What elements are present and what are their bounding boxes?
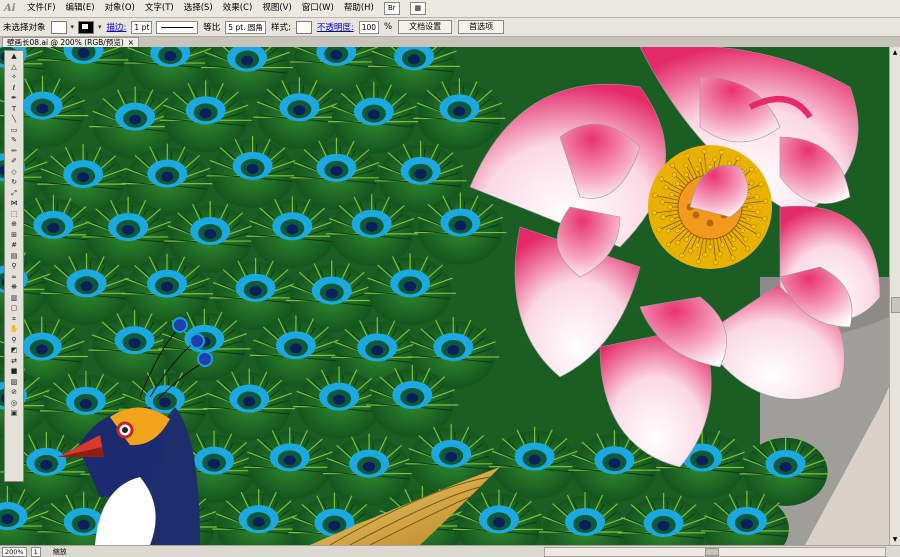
gradient-tool-icon[interactable]: ▤ <box>5 251 23 262</box>
swap-colors-icon[interactable]: ⇄ <box>5 356 23 367</box>
menu-bar: Ai 文件(F) 编辑(E) 对象(O) 文字(T) 选择(S) 效果(C) 视… <box>0 0 900 18</box>
brush-definition-field[interactable]: 5 pt. 圆角 <box>225 20 266 34</box>
magic-wand-tool-icon[interactable]: ✧ <box>5 72 23 83</box>
draw-mode-icon[interactable]: ◎ <box>5 398 23 409</box>
percent-label: % <box>384 22 393 32</box>
close-icon[interactable]: × <box>128 38 134 47</box>
perspective-grid-tool-icon[interactable]: ⊞ <box>5 230 23 241</box>
app-logo: Ai <box>4 3 16 14</box>
blob-brush-tool-icon[interactable]: ✐ <box>5 156 23 167</box>
shape-builder-tool-icon[interactable]: ⊕ <box>5 219 23 230</box>
vertical-scrollbar[interactable]: ▲ ▼ <box>889 47 900 545</box>
bridge-icon[interactable]: Br <box>383 2 400 15</box>
column-graph-tool-icon[interactable]: ▥ <box>5 293 23 304</box>
chevron-down-icon[interactable]: ▾ <box>71 23 75 31</box>
menu-effect[interactable]: 效果(C) <box>218 0 258 17</box>
control-bar: 未选择对象 ▾ ▾ 描边: 1 pt 等比 5 pt. 圆角 样式: 不透明度:… <box>0 18 900 37</box>
zoom-tool-icon[interactable]: ⚲ <box>5 335 23 346</box>
document-tab-bar: 壁画长08.ai @ 200% (RGB/预览) × <box>0 37 900 48</box>
style-label: 样式: <box>270 23 291 33</box>
selection-tool-icon[interactable]: ▲ <box>5 51 23 62</box>
document-setup-button[interactable]: 文档设置 <box>398 20 453 34</box>
screen-mode-icon[interactable]: ▣ <box>5 408 23 419</box>
eraser-tool-icon[interactable]: ◇ <box>5 167 23 178</box>
menu-help[interactable]: 帮助(H) <box>339 0 379 17</box>
artboard-page-field[interactable]: 1 <box>30 546 41 557</box>
fill-stroke-icon[interactable]: ◩ <box>5 345 23 356</box>
status-bar: 200% 1 缩放 <box>0 545 900 557</box>
variable-width-profile[interactable] <box>156 20 199 34</box>
stroke-swatch[interactable] <box>78 20 95 34</box>
preferences-button[interactable]: 首选项 <box>458 20 505 34</box>
menu-edit[interactable]: 编辑(E) <box>61 0 100 17</box>
stroke-weight-field[interactable]: 1 pt <box>131 20 153 34</box>
blend-tool-icon[interactable]: ∞ <box>5 272 23 283</box>
symbol-sprayer-tool-icon[interactable]: ❋ <box>5 282 23 293</box>
gradient-mode-icon[interactable]: ▨ <box>5 377 23 388</box>
menu-object[interactable]: 对象(O) <box>100 0 140 17</box>
opacity-link[interactable]: 不透明度: <box>317 21 354 33</box>
slice-tool-icon[interactable]: ⌗ <box>5 314 23 325</box>
arrange-icon[interactable]: ▦ <box>409 2 426 15</box>
line-tool-icon[interactable]: ╲ <box>5 114 23 125</box>
free-transform-tool-icon[interactable]: ⬚ <box>5 209 23 220</box>
eyedropper-tool-icon[interactable]: ⚲ <box>5 261 23 272</box>
artboard-tool-icon[interactable]: ▢ <box>5 303 23 314</box>
none-mode-icon[interactable]: ⊘ <box>5 387 23 398</box>
opacity-field[interactable]: 100 <box>358 20 380 34</box>
menu-select[interactable]: 选择(S) <box>179 0 218 17</box>
width-tool-icon[interactable]: ⋈ <box>5 198 23 209</box>
artboard-canvas[interactable] <box>0 47 889 545</box>
mesh-tool-icon[interactable]: # <box>5 240 23 251</box>
menu-file[interactable]: 文件(F) <box>22 0 61 17</box>
rotate-tool-icon[interactable]: ↻ <box>5 177 23 188</box>
color-mode-icon[interactable]: ■ <box>5 366 23 377</box>
menu-type[interactable]: 文字(T) <box>140 0 179 17</box>
zoom-field[interactable]: 200% <box>2 546 27 557</box>
profile-label: 等比 <box>203 23 221 33</box>
type-tool-icon[interactable]: T <box>5 104 23 115</box>
direct-selection-tool-icon[interactable]: △ <box>5 62 23 73</box>
graphic-style-swatch[interactable] <box>295 20 312 34</box>
horizontal-scroll-thumb[interactable] <box>705 547 719 556</box>
artwork <box>0 47 889 545</box>
selection-status: 未选择对象 <box>3 23 46 33</box>
document-tab-title: 壁画长08.ai @ 200% (RGB/预览) <box>7 38 124 47</box>
pen-tool-icon[interactable]: ✒ <box>5 93 23 104</box>
pencil-tool-icon[interactable]: ✏ <box>5 146 23 157</box>
hand-tool-icon[interactable]: ✋ <box>5 324 23 335</box>
current-tool-label: 缩放 <box>52 547 67 556</box>
vertical-scroll-thumb[interactable] <box>891 297 900 313</box>
stroke-panel-link[interactable]: 描边: <box>107 21 127 33</box>
scale-tool-icon[interactable]: ⤢ <box>5 188 23 199</box>
rectangle-tool-icon[interactable]: ▭ <box>5 125 23 136</box>
tools-panel: ▲ △ ✧ ℓ ✒ T ╲ ▭ ✎ ✏ ✐ ◇ ↻ ⤢ ⋈ ⬚ ⊕ ⊞ # ▤ … <box>4 50 24 482</box>
horizontal-scrollbar[interactable] <box>544 546 886 557</box>
scroll-down-icon[interactable]: ▼ <box>891 536 899 543</box>
lasso-tool-icon[interactable]: ℓ <box>5 83 23 94</box>
chevron-down-icon[interactable]: ▾ <box>98 23 102 31</box>
fill-swatch[interactable] <box>50 20 67 34</box>
menu-view[interactable]: 视图(V) <box>257 0 296 17</box>
paintbrush-tool-icon[interactable]: ✎ <box>5 135 23 146</box>
menu-window[interactable]: 窗口(W) <box>297 0 339 17</box>
scroll-up-icon[interactable]: ▲ <box>891 49 899 56</box>
